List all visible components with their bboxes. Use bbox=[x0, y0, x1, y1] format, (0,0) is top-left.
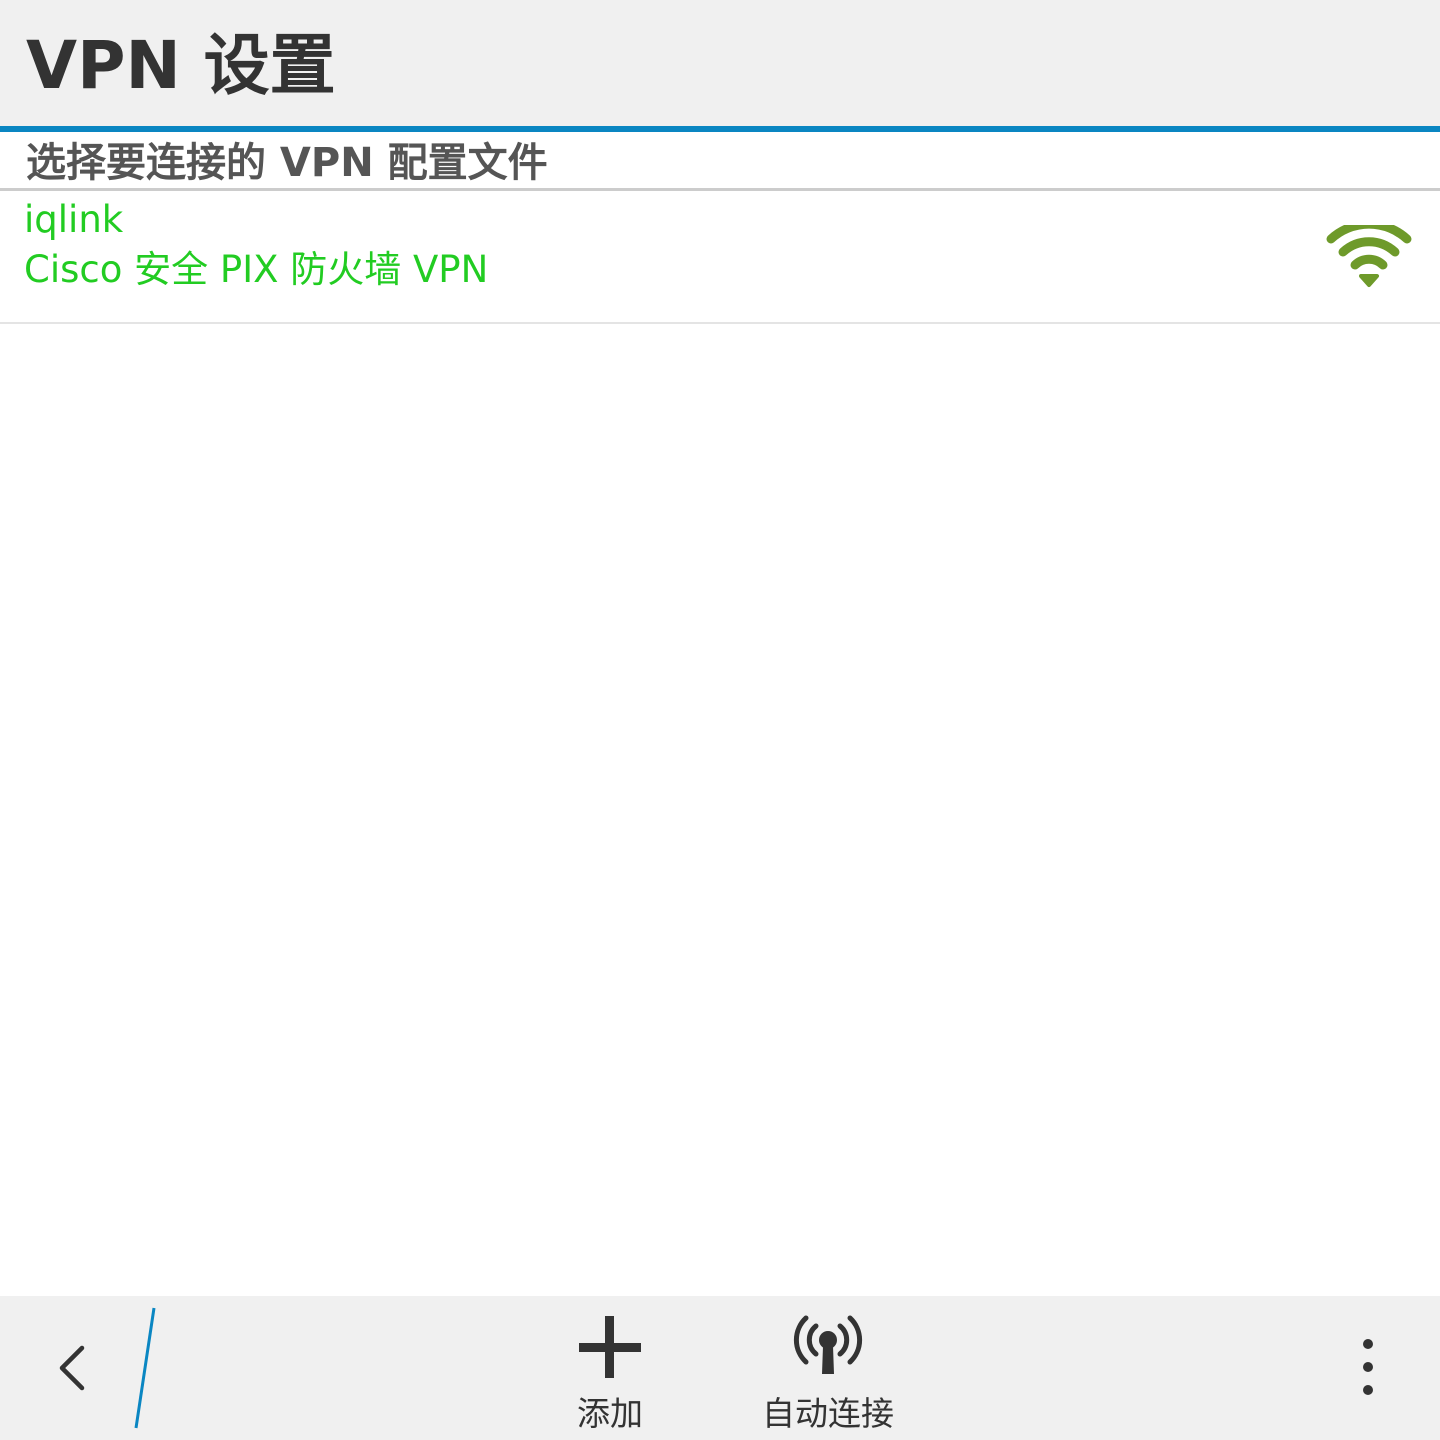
vpn-profile-name: iqlink bbox=[24, 198, 124, 241]
chevron-left-icon bbox=[59, 1345, 85, 1391]
vpn-profile-type: Cisco 安全 PIX 防火墙 VPN bbox=[24, 248, 489, 291]
title-bar: VPN 设置 bbox=[0, 0, 1440, 126]
page-title: VPN 设置 bbox=[26, 27, 336, 104]
back-button[interactable] bbox=[40, 1326, 110, 1410]
vpn-profile-item[interactable]: iqlink Cisco 安全 PIX 防火墙 VPN bbox=[0, 191, 1440, 322]
antenna-icon bbox=[791, 1312, 865, 1382]
section-header: 选择要连接的 VPN 配置文件 bbox=[0, 132, 1440, 188]
more-menu-button[interactable] bbox=[1340, 1332, 1396, 1408]
bottom-action-bar: 添加 自动连接 bbox=[0, 1296, 1440, 1440]
add-button[interactable]: 添加 bbox=[540, 1296, 680, 1440]
section-label: 选择要连接的 VPN 配置文件 bbox=[26, 140, 548, 186]
auto-connect-label: 自动连接 bbox=[762, 1394, 894, 1433]
auto-connect-button[interactable]: 自动连接 bbox=[728, 1296, 928, 1440]
back-separator bbox=[128, 1306, 160, 1430]
plus-icon bbox=[575, 1312, 645, 1386]
wifi-signal-icon bbox=[1326, 219, 1412, 291]
vertical-ellipsis-icon bbox=[1363, 1339, 1373, 1395]
list-divider bbox=[0, 322, 1440, 324]
add-label: 添加 bbox=[577, 1394, 643, 1433]
